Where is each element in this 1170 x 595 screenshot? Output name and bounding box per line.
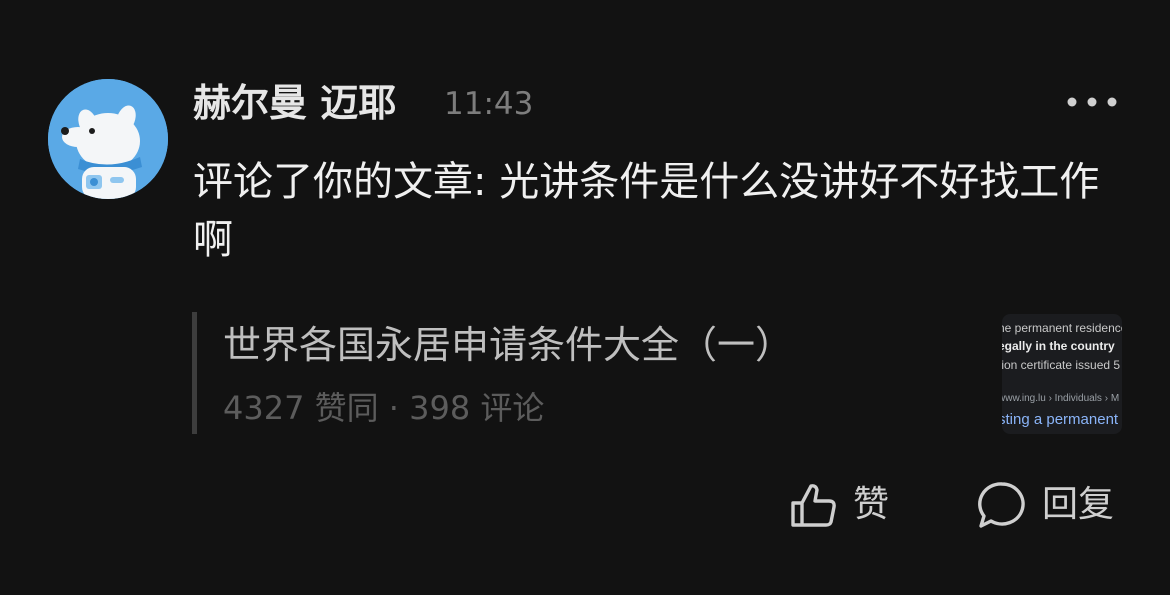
article-title: 世界各国永居申请条件大全（一） — [223, 323, 794, 367]
quote-bar — [192, 312, 197, 434]
thumbnail-text-line: tion certificate issued 5 — [1002, 358, 1121, 372]
more-horizontal-icon — [1067, 97, 1117, 107]
thumbnail-text-line: www.ing.lu › Individuals › M — [1002, 393, 1120, 404]
reply-label: 回复 — [1042, 484, 1115, 525]
timestamp: 11:43 — [444, 86, 534, 122]
speech-bubble-icon — [978, 482, 1025, 528]
thumbnail-text-line: egally in the country — [1002, 339, 1115, 353]
quoted-article-card[interactable]: 世界各国永居申请条件大全（一） 4327 赞同 · 398 评论 he perm… — [192, 312, 1122, 434]
username[interactable]: 赫尔曼 迈耶 — [193, 79, 396, 127]
avatar[interactable] — [48, 79, 168, 199]
avatar-dog-illustration — [48, 79, 168, 199]
like-label: 赞 — [853, 484, 890, 525]
article-stats: 4327 赞同 · 398 评论 — [223, 389, 545, 427]
thumbnail-text-line: sting a permanent — [1002, 411, 1119, 428]
comment-text: 评论了你的文章: 光讲条件是什么没讲好不好找工作啊 — [193, 159, 1100, 263]
thumbs-up-icon — [791, 484, 836, 527]
like-button[interactable]: 赞 — [787, 478, 889, 532]
reply-button[interactable]: 回复 — [976, 478, 1114, 532]
more-options-button[interactable] — [1060, 88, 1124, 116]
article-thumbnail: he permanent residence egally in the cou… — [1002, 314, 1122, 434]
thumbnail-text-line: he permanent residence — [1002, 321, 1122, 335]
